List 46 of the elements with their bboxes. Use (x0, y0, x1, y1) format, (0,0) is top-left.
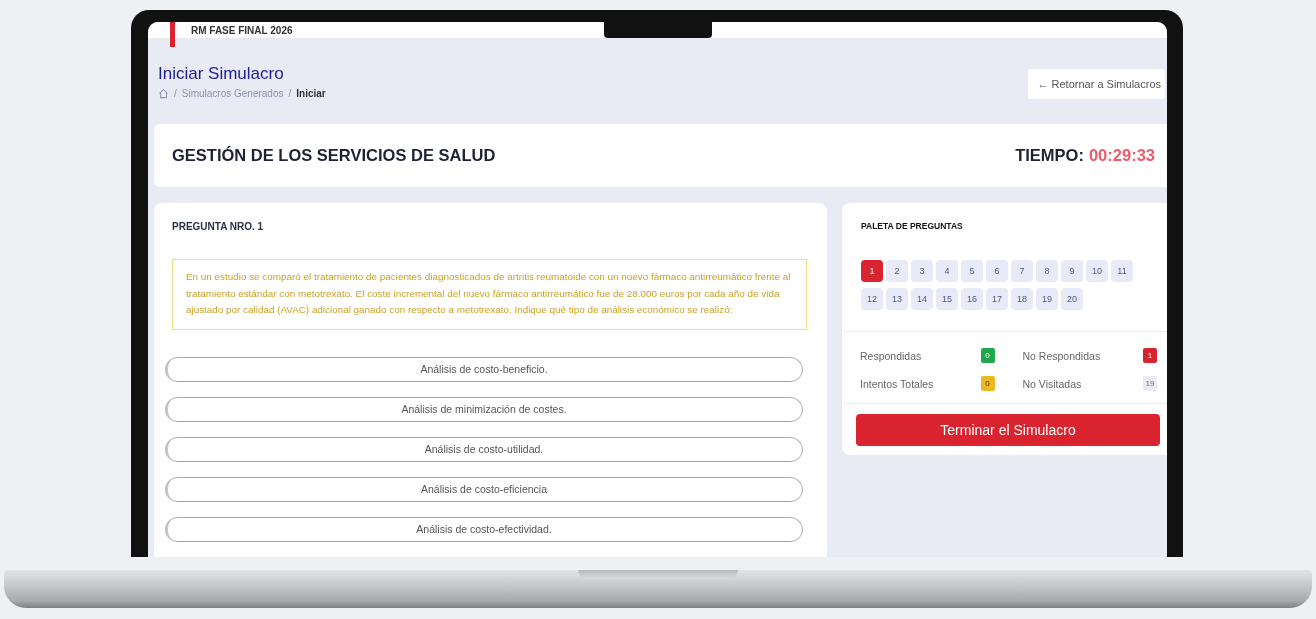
question-number-button[interactable]: 1 (861, 260, 883, 282)
question-number-button[interactable]: 20 (1061, 288, 1083, 310)
timer-value: 00:29:33 (1088, 146, 1155, 164)
page-title: Iniciar Simulacro (158, 64, 285, 84)
brand-title: RM FASE FINAL 2026 (191, 24, 293, 36)
stat-label: No Respondidas (1022, 349, 1101, 362)
answer-option[interactable]: Análisis de costo-beneficio. (165, 356, 803, 382)
answer-option[interactable]: Análisis de costo-utilidad. (165, 436, 803, 462)
question-number-button[interactable]: 6 (986, 260, 1008, 282)
question-number-button[interactable]: 16 (961, 288, 983, 310)
answer-option[interactable]: Análisis de costo-efectividad. (165, 516, 803, 542)
question-number-button[interactable]: 12 (861, 288, 883, 310)
home-icon[interactable] (158, 88, 169, 99)
stat-count: 0 (980, 348, 995, 363)
stat-label: Intentos Totales (860, 377, 934, 390)
question-number-button[interactable]: 19 (1036, 288, 1058, 310)
back-button[interactable]: ← Retornar a Simulacros (1027, 69, 1165, 99)
question-number-button[interactable]: 18 (1011, 288, 1033, 310)
answer-option[interactable]: Análisis de costo-eficiencia (165, 476, 803, 502)
stat-count: 1 (1143, 348, 1157, 363)
question-number-button[interactable]: 11 (1111, 260, 1133, 282)
question-number-button[interactable]: 15 (936, 288, 958, 310)
question-number-button[interactable]: 2 (886, 260, 908, 282)
stat-label: No Visitadas (1022, 377, 1082, 390)
question-text: En un estudio se comparó el tratamiento de pacientes diagnosticados de artritis reumatoide con un nuevo fármaco antirreumático frente al tratamiento estándar con metotrexato. El coste incremental del nuevo fármaco antirreumático fue de 28.000 euros por cada año de vida ajustado por calidad (AVAC) adicional ganado con respecto a metotrexato. Indique qué tipo de análisis económico se realizó: (172, 259, 807, 330)
question-number-button[interactable]: 17 (986, 288, 1008, 310)
question-number-button[interactable]: 10 (1086, 260, 1108, 282)
question-number-button[interactable]: 4 (936, 260, 958, 282)
stat-count: 19 (1143, 376, 1157, 391)
answer-option[interactable]: Análisis de minimización de costes. (165, 396, 803, 422)
breadcrumb-separator: / (174, 88, 177, 99)
breadcrumb-separator: / (288, 88, 292, 99)
question-number-button[interactable]: 5 (961, 260, 983, 282)
question-number-button[interactable]: 13 (886, 288, 908, 310)
palette-title: PALETA DE PREGUNTAS (861, 221, 964, 231)
stat-label: Respondidas (860, 349, 922, 362)
question-number-button[interactable]: 7 (1011, 260, 1033, 282)
stat-count: 0 (980, 376, 995, 391)
exam-title: GESTIÓN DE LOS SERVICIOS DE SALUD (172, 146, 496, 165)
timer-label: TIEMPO: (1015, 146, 1084, 164)
finish-button[interactable]: Terminar el Simulacro (856, 414, 1160, 446)
question-number-button[interactable]: 8 (1036, 260, 1058, 282)
question-number-button[interactable]: 9 (1061, 260, 1083, 282)
question-heading: PREGUNTA NRO. 1 (172, 221, 265, 232)
question-number-button[interactable]: 3 (911, 260, 933, 282)
question-number-button[interactable]: 14 (911, 288, 933, 310)
